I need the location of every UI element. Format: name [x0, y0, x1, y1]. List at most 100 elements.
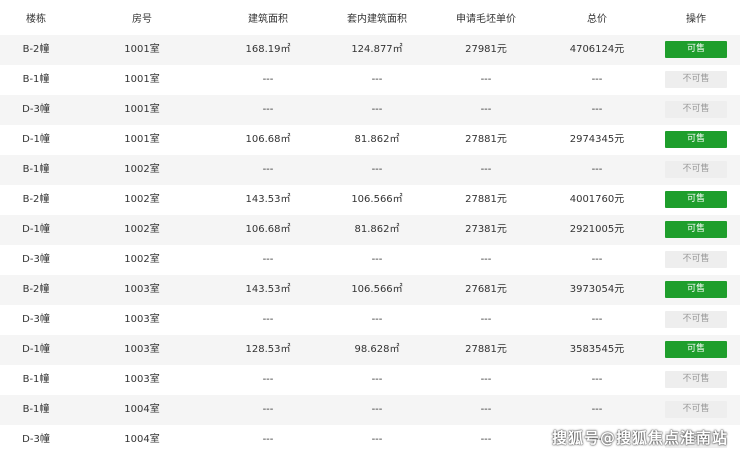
cell-action: 可售: [652, 335, 740, 365]
cell-room: 1003室: [72, 365, 212, 395]
cell-total-price: 4001760元: [542, 185, 652, 215]
cell-unit-price: 27881元: [430, 185, 542, 215]
cell-total-price: ---: [542, 245, 652, 275]
cell-unit-price: ---: [430, 305, 542, 335]
cell-area: 143.53㎡: [212, 275, 324, 305]
cell-room: 1004室: [72, 425, 212, 455]
cell-building: B-1幢: [0, 365, 72, 395]
cell-building: B-1幢: [0, 155, 72, 185]
cell-area: 168.19㎡: [212, 35, 324, 65]
cell-action: 不可售: [652, 305, 740, 335]
cell-inner-area: 81.862㎡: [324, 215, 430, 245]
cell-inner-area: 98.628㎡: [324, 335, 430, 365]
cell-area: ---: [212, 365, 324, 395]
available-badge[interactable]: 可售: [665, 281, 727, 298]
table-row: B-2幢1001室168.19㎡124.877㎡27981元4706124元可售: [0, 35, 740, 65]
cell-room: 1004室: [72, 395, 212, 425]
cell-inner-area: ---: [324, 155, 430, 185]
header-unit-price: 申请毛坯单价: [430, 5, 542, 35]
cell-inner-area: ---: [324, 365, 430, 395]
cell-building: D-3幢: [0, 305, 72, 335]
cell-action: 不可售: [652, 395, 740, 425]
cell-area: 143.53㎡: [212, 185, 324, 215]
table-row: D-3幢1003室------------不可售: [0, 305, 740, 335]
cell-inner-area: 124.877㎡: [324, 35, 430, 65]
sold-badge[interactable]: 不可售: [665, 251, 727, 268]
cell-building: B-2幢: [0, 35, 72, 65]
cell-unit-price: ---: [430, 65, 542, 95]
cell-action: 不可售: [652, 245, 740, 275]
cell-area: 128.53㎡: [212, 335, 324, 365]
available-badge[interactable]: 可售: [665, 41, 727, 58]
cell-area: 106.68㎡: [212, 125, 324, 155]
cell-total-price: ---: [542, 95, 652, 125]
cell-total-price: 4706124元: [542, 35, 652, 65]
cell-total-price: 2974345元: [542, 125, 652, 155]
cell-total-price: ---: [542, 365, 652, 395]
cell-unit-price: ---: [430, 95, 542, 125]
cell-room: 1002室: [72, 215, 212, 245]
header-inner-area: 套内建筑面积: [324, 5, 430, 35]
cell-area: ---: [212, 245, 324, 275]
cell-building: D-3幢: [0, 425, 72, 455]
cell-action: 可售: [652, 125, 740, 155]
cell-inner-area: 81.862㎡: [324, 125, 430, 155]
cell-inner-area: ---: [324, 95, 430, 125]
cell-room: 1002室: [72, 155, 212, 185]
cell-unit-price: 27981元: [430, 35, 542, 65]
cell-unit-price: ---: [430, 245, 542, 275]
cell-unit-price: 27381元: [430, 215, 542, 245]
cell-area: 106.68㎡: [212, 215, 324, 245]
cell-area: ---: [212, 65, 324, 95]
listing-table: 楼栋 房号 建筑面积 套内建筑面积 申请毛坯单价 总价 操作 B-2幢1001室…: [0, 0, 740, 454]
cell-building: D-1幢: [0, 335, 72, 365]
available-badge[interactable]: 可售: [665, 131, 727, 148]
cell-building: D-3幢: [0, 95, 72, 125]
available-badge[interactable]: 可售: [665, 341, 727, 358]
cell-action: 可售: [652, 185, 740, 215]
cell-building: B-1幢: [0, 395, 72, 425]
table-row: D-1幢1001室106.68㎡81.862㎡27881元2974345元可售: [0, 125, 740, 155]
cell-inner-area: 106.566㎡: [324, 275, 430, 305]
cell-area: ---: [212, 425, 324, 455]
available-badge[interactable]: 可售: [665, 191, 727, 208]
header-building: 楼栋: [0, 5, 72, 35]
cell-total-price: ---: [542, 305, 652, 335]
cell-action: 不可售: [652, 155, 740, 185]
cell-building: B-1幢: [0, 65, 72, 95]
cell-area: ---: [212, 395, 324, 425]
cell-action: 可售: [652, 275, 740, 305]
sold-badge[interactable]: 不可售: [665, 371, 727, 388]
table-row: B-1幢1001室------------不可售: [0, 65, 740, 95]
cell-room: 1003室: [72, 335, 212, 365]
cell-room: 1003室: [72, 275, 212, 305]
table-row: D-3幢1002室------------不可售: [0, 245, 740, 275]
cell-room: 1002室: [72, 245, 212, 275]
cell-unit-price: ---: [430, 155, 542, 185]
cell-unit-price: ---: [430, 395, 542, 425]
sold-badge[interactable]: 不可售: [665, 311, 727, 328]
cell-unit-price: ---: [430, 425, 542, 455]
cell-room: 1001室: [72, 65, 212, 95]
cell-action: 不可售: [652, 65, 740, 95]
table-row: D-1幢1002室106.68㎡81.862㎡27381元2921005元可售: [0, 215, 740, 245]
sold-badge[interactable]: 不可售: [665, 401, 727, 418]
cell-unit-price: 27881元: [430, 335, 542, 365]
cell-total-price: 2921005元: [542, 215, 652, 245]
header-room: 房号: [72, 5, 212, 35]
cell-room: 1001室: [72, 95, 212, 125]
table-row: B-1幢1004室------------不可售: [0, 395, 740, 425]
cell-room: 1002室: [72, 185, 212, 215]
header-action: 操作: [652, 5, 740, 35]
available-badge[interactable]: 可售: [665, 221, 727, 238]
sold-badge[interactable]: 不可售: [665, 161, 727, 178]
cell-total-price: ---: [542, 395, 652, 425]
sold-badge[interactable]: 不可售: [665, 101, 727, 118]
cell-building: B-2幢: [0, 275, 72, 305]
cell-building: D-1幢: [0, 215, 72, 245]
table-row: D-3幢1001室------------不可售: [0, 95, 740, 125]
cell-building: D-3幢: [0, 245, 72, 275]
cell-total-price: 3973054元: [542, 275, 652, 305]
sold-badge[interactable]: 不可售: [665, 71, 727, 88]
cell-inner-area: ---: [324, 425, 430, 455]
